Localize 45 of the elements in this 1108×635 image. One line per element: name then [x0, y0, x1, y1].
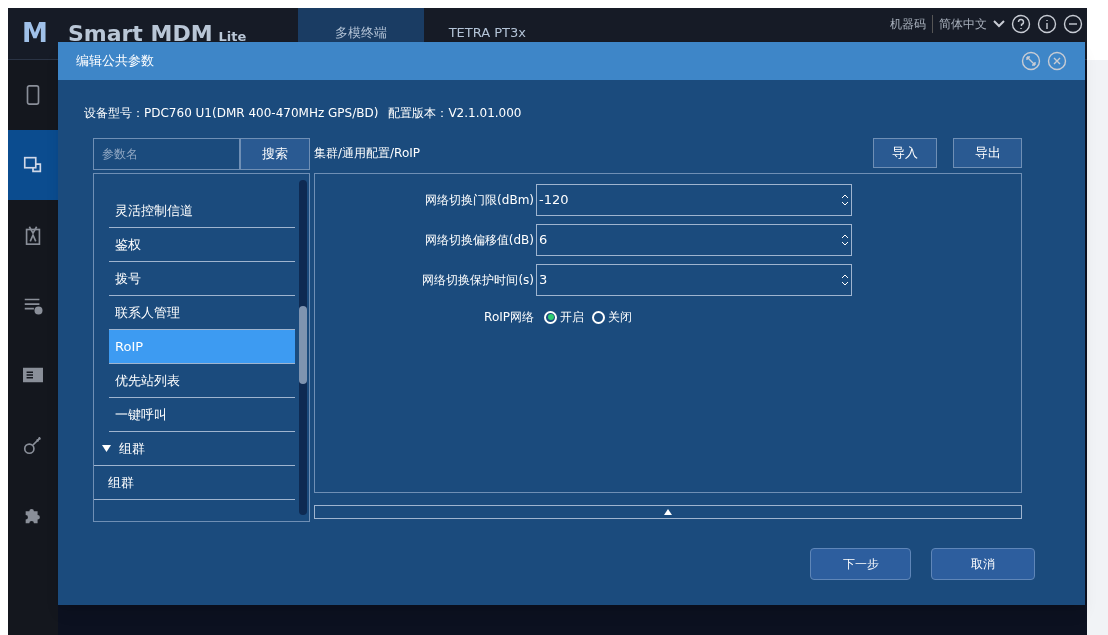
app-edition: Lite [218, 27, 247, 46]
spin-arrows-icon[interactable] [841, 192, 851, 208]
field-label: 网络切换门限(dBm) [424, 192, 535, 209]
up-arrow-icon [664, 509, 672, 515]
group-label: 组群 [119, 439, 145, 458]
app-logo: M [22, 17, 48, 50]
tree-item[interactable]: 优先站列表 [109, 364, 295, 398]
scrollbar[interactable] [299, 180, 307, 515]
key-icon [22, 434, 44, 456]
radio-group-label: RoIP网络 [483, 309, 535, 326]
next-button[interactable]: 下一步 [810, 548, 911, 580]
search-field[interactable]: 参数名 [93, 138, 240, 170]
tree-item[interactable]: 一键呼叫 [109, 398, 295, 432]
sidebar-item[interactable] [8, 130, 58, 200]
device-model: 设备型号：PDC760 U1(DMR 400-470MHz GPS/BD) [84, 105, 379, 122]
tree-group[interactable]: 组群 [94, 432, 295, 466]
tree-item[interactable]: 鉴权 [109, 228, 295, 262]
tree-item[interactable]: 拨号 [109, 262, 295, 296]
search-button[interactable]: 搜索 [240, 138, 310, 170]
import-button[interactable]: 导入 [873, 138, 937, 168]
collapse-bar[interactable] [314, 505, 1022, 519]
caret-icon [102, 445, 111, 452]
machine-code-link[interactable]: 机器码 [890, 15, 933, 33]
cancel-button[interactable]: 取消 [931, 548, 1035, 580]
tree-item[interactable]: 组群 [94, 466, 295, 500]
chevron-icon [993, 20, 1005, 28]
spin-arrows-icon[interactable] [841, 232, 851, 248]
breadcrumb: 集群/通用配置/RoIP [314, 145, 420, 162]
spin-field[interactable]: 6 [536, 224, 852, 256]
dialog-title: 编辑公共参数 [76, 52, 154, 71]
help-icon[interactable] [1011, 14, 1031, 34]
config-version: 配置版本：V2.1.01.000 [388, 105, 522, 122]
radio-option[interactable]: 关闭 [592, 308, 632, 326]
field-label: 网络切换偏移值(dB) [423, 232, 535, 249]
spin-arrows-icon[interactable] [841, 272, 851, 288]
info-icon[interactable] [1037, 14, 1057, 34]
radio-option[interactable]: 开启 [544, 308, 584, 326]
field-label: 网络切换保护时间(s) [421, 272, 535, 289]
tree-item[interactable]: 灵活控制信道 [109, 194, 295, 228]
minimize-icon[interactable] [1063, 14, 1083, 34]
spin-field[interactable]: -120 [536, 184, 852, 216]
spin-field[interactable]: 3 [536, 264, 852, 296]
export-button[interactable]: 导出 [953, 138, 1022, 168]
language-select[interactable]: 简体中文 [939, 15, 987, 33]
app-title: Smart MDM [67, 20, 213, 48]
